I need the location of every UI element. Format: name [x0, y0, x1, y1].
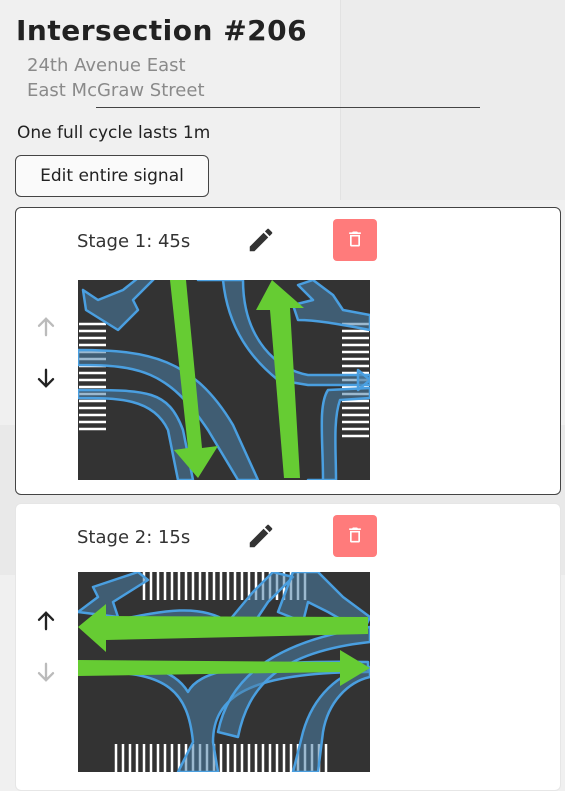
page-title: Intersection #206: [16, 14, 308, 47]
arrow-down-icon[interactable]: [32, 364, 60, 392]
pencil-icon[interactable]: [246, 225, 276, 255]
arrow-down-icon[interactable]: [32, 658, 60, 686]
divider: [96, 107, 480, 108]
trash-icon: [349, 527, 361, 542]
stage-card-2: Stage 2: 15s: [15, 503, 561, 791]
stage-2-diagram: [78, 572, 370, 772]
pencil-icon[interactable]: [246, 521, 276, 551]
stage-1-diagram: [78, 280, 370, 480]
stage-label: Stage 1: 45s: [77, 231, 191, 252]
stage-card-1: Stage 1: 45s: [15, 207, 561, 495]
arrow-up-icon[interactable]: [32, 313, 60, 341]
street-name-2: East McGraw Street: [27, 80, 205, 101]
map-block: [340, 0, 565, 200]
edit-signal-button[interactable]: Edit entire signal: [15, 155, 209, 197]
cycle-length-text: One full cycle lasts 1m: [17, 123, 211, 143]
street-name-1: 24th Avenue East: [27, 55, 186, 76]
trash-icon: [349, 231, 361, 246]
delete-stage-button[interactable]: [333, 515, 377, 557]
stage-label: Stage 2: 15s: [77, 527, 191, 548]
arrow-up-icon[interactable]: [32, 607, 60, 635]
delete-stage-button[interactable]: [333, 219, 377, 261]
